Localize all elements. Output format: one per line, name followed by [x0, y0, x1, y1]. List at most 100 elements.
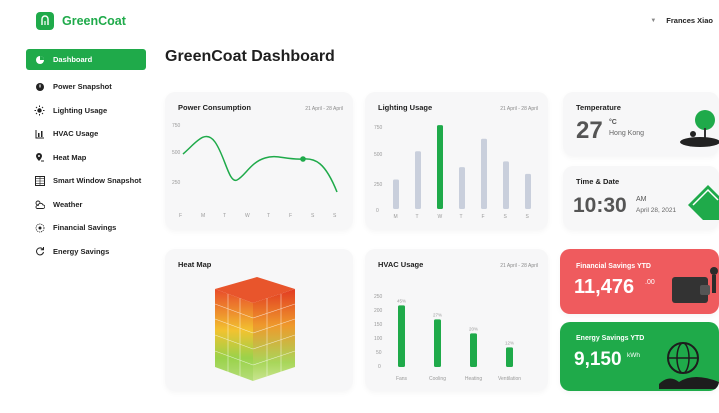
y-tick: 250	[172, 180, 181, 186]
x-tick: T	[460, 214, 463, 220]
sidebar-item-heat-map[interactable]: Heat Map	[26, 147, 146, 168]
user-name: Frances Xiao	[666, 16, 713, 25]
sidebar-item-smart-window-snapshot[interactable]: Smart Window Snapshot	[26, 170, 146, 191]
x-tick: F	[482, 214, 485, 220]
x-tick: Fans	[396, 376, 408, 382]
wallet-illustration-icon	[672, 267, 718, 303]
sidebar-item-label: Weather	[53, 199, 83, 209]
sidebar-item-lighting-usage[interactable]: Lighting Usage	[26, 100, 146, 121]
hvac-bar-chart: 250 200 150 100 50 0 45% Fans 27% Cooling 20…	[374, 294, 521, 382]
tree-illustration-icon	[680, 110, 719, 147]
lighting-bar	[481, 138, 487, 209]
sidebar-item-label: Dashboard	[53, 55, 93, 64]
sidebar-item-label: Heat Map	[53, 152, 87, 162]
window-icon	[34, 175, 45, 186]
card-title: Financial Savings YTD	[576, 263, 651, 270]
x-tick: F	[179, 213, 182, 219]
lighting-bar	[437, 125, 443, 209]
sidebar-item-hvac-usage[interactable]: HVAC Usage	[26, 123, 146, 144]
lighting-bar	[459, 167, 465, 209]
x-tick: S	[526, 214, 530, 220]
time-value: 10:30	[573, 194, 627, 217]
lighting-bar	[393, 179, 399, 209]
sidebar-item-label: Power Snapshot	[53, 82, 112, 91]
sidebar-item-financial-savings[interactable]: Financial Savings	[26, 217, 146, 238]
y-tick: 50	[376, 350, 382, 356]
chevron-down-icon: ▼	[650, 17, 657, 24]
map-pin-icon	[34, 152, 45, 163]
energy-savings-card[interactable]: Energy Savings YTD 9,150 kWh	[560, 322, 719, 391]
sidebar-item-weather[interactable]: Weather	[26, 194, 146, 215]
temperature-location: Hong Kong	[609, 130, 645, 137]
sidebar-item-label: Lighting Usage	[53, 105, 108, 115]
time-ampm: AM	[636, 196, 647, 203]
hvac-bar	[398, 305, 405, 367]
x-tick: F	[289, 213, 292, 219]
card-title: Time & Date	[576, 177, 620, 186]
temperature-unit: °C	[609, 119, 617, 126]
y-tick: 100	[374, 336, 383, 342]
financial-value: 11,476	[574, 276, 635, 298]
data-label: 12%	[505, 340, 514, 345]
highlight-point[interactable]	[300, 156, 306, 162]
leaf-logo-icon	[36, 12, 54, 30]
y-tick: 200	[374, 308, 383, 314]
power-consumption-card[interactable]: Power Consumption 21 April - 28 April 75…	[165, 92, 353, 230]
time-date-card[interactable]: Time & Date 10:30 AM April 28, 2021	[563, 166, 719, 230]
pie-chart-icon	[34, 54, 45, 65]
y-tick: 500	[172, 150, 181, 156]
card-title: Temperature	[576, 103, 621, 112]
energy-unit: kWh	[627, 352, 640, 359]
y-tick: 750	[374, 125, 383, 131]
x-axis-labels: FMTWTFSS	[179, 213, 337, 219]
user-menu[interactable]: ▼ Frances Xiao	[650, 16, 713, 25]
hvac-bar	[506, 347, 513, 367]
lighting-bar	[503, 161, 509, 209]
cloud-sun-icon	[34, 199, 45, 210]
time-date: April 28, 2021	[636, 207, 677, 214]
x-tick: T	[416, 214, 419, 220]
sidebar-item-label: HVAC Usage	[53, 129, 99, 138]
x-tick: Ventilation	[498, 376, 521, 382]
y-tick: 150	[374, 322, 383, 328]
card-title: Energy Savings YTD	[576, 335, 645, 342]
calendar-illustration-icon	[688, 185, 719, 220]
financial-savings-card[interactable]: Financial Savings YTD 11,476 .00	[560, 249, 719, 314]
y-tick: 250	[374, 294, 383, 300]
x-tick: M	[394, 214, 398, 220]
lighting-usage-card[interactable]: Lighting Usage 21 April - 28 April 750 5…	[365, 92, 548, 230]
x-tick: S	[504, 214, 508, 220]
x-tick: S	[333, 213, 337, 219]
temperature-card[interactable]: Temperature 27 °C Hong Kong	[563, 92, 719, 156]
temperature-value: 27	[576, 117, 603, 144]
power-line	[182, 135, 338, 193]
lighting-bar	[525, 173, 531, 209]
y-tick: 0	[378, 364, 381, 370]
x-tick: Heating	[465, 376, 482, 382]
sidebar-item-label: Financial Savings	[53, 223, 117, 232]
heat-map-card[interactable]: Heat Map	[165, 249, 353, 391]
sidebar-item-label: Energy Savings	[53, 246, 110, 256]
power-icon	[34, 81, 45, 92]
sidebar-item-energy-savings[interactable]: Energy Savings	[26, 241, 146, 262]
data-label: 20%	[469, 326, 478, 331]
sidebar-item-dashboard[interactable]: Dashboard	[26, 49, 146, 70]
x-tick: W	[438, 214, 443, 220]
y-tick: 500	[374, 152, 383, 158]
sidebar-item-power-snapshot[interactable]: Power Snapshot	[26, 76, 146, 97]
hvac-usage-card[interactable]: HVAC Usage 21 April - 28 April 250 200 1…	[365, 249, 548, 391]
x-tick: S	[311, 213, 315, 219]
y-tick: 250	[374, 182, 383, 188]
x-tick: T	[223, 213, 226, 219]
x-tick: T	[267, 213, 270, 219]
x-tick: M	[201, 213, 205, 219]
sidebar-item-label: Smart Window Snapshot	[53, 176, 142, 185]
refresh-icon	[34, 246, 45, 257]
hvac-bar	[434, 319, 441, 367]
energy-value: 9,150	[574, 349, 622, 370]
x-tick: Cooling	[429, 376, 446, 382]
lighting-bar	[415, 151, 421, 209]
sidebar: Dashboard Power Snapshot Lighting Usage …	[26, 49, 146, 264]
y-tick: 750	[172, 123, 181, 129]
app-logo[interactable]: GreenCoat	[36, 12, 126, 30]
